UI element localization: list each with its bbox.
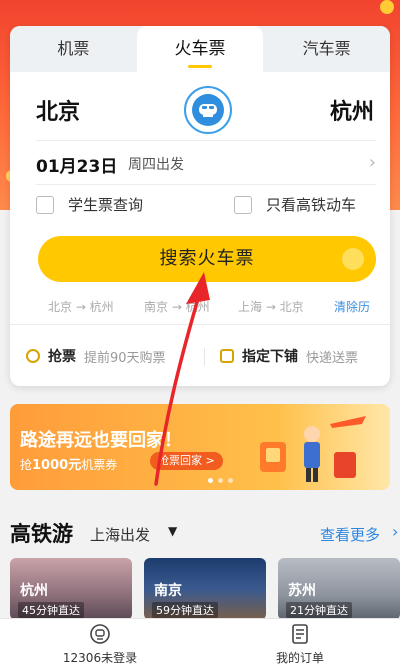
departure-weekday: 周四出发 <box>128 157 184 173</box>
promo-amount: 1000元 <box>32 458 82 473</box>
carousel-dot <box>218 478 223 483</box>
carousel-dots <box>208 478 233 483</box>
nav-orders[interactable]: 我的订单 <box>200 623 400 666</box>
carousel-dot <box>228 478 233 483</box>
order-list-icon <box>292 624 308 644</box>
destination-card-nanjing[interactable]: 南京 59分钟直达 <box>144 558 266 620</box>
arrival-city[interactable]: 杭州 <box>330 94 374 126</box>
tab-label: 机票 <box>57 39 90 58</box>
divider <box>36 140 376 141</box>
search-button-label: 搜索火车票 <box>159 248 255 269</box>
active-tab-indicator <box>188 65 212 68</box>
destination-name: 杭州 <box>20 583 48 599</box>
promo-banner[interactable]: 路途再远也要回家！ 抢1000元机票券 抢票回家 > <box>10 404 390 490</box>
lantern-decoration <box>380 0 394 14</box>
caret-down-icon[interactable]: ▼ <box>168 524 177 538</box>
travel-illustration <box>260 416 366 482</box>
departure-city-selector[interactable]: 上海出发 <box>90 524 150 545</box>
berth-icon <box>220 349 234 363</box>
destination-cards: 杭州 45分钟直达 南京 59分钟直达 苏州 21分钟直达 <box>10 558 400 620</box>
tab-label: 汽车票 <box>302 39 351 58</box>
feature-title: 指定下铺 <box>242 349 298 365</box>
destination-name: 南京 <box>154 583 182 599</box>
checkbox-icon <box>234 195 252 214</box>
feature-desc: 快递送票 <box>306 350 359 366</box>
checkbox-label: 只看高铁动车 <box>266 196 357 214</box>
promo-title: 路途再远也要回家！ <box>20 430 182 451</box>
travel-time: 21分钟直达 <box>286 602 352 618</box>
chevron-right-icon: › <box>368 152 376 173</box>
travel-time: 59分钟直达 <box>152 602 218 618</box>
tab-flight[interactable]: 机票 <box>10 26 137 72</box>
travel-time: 45分钟直达 <box>18 602 84 618</box>
tab-bus[interactable]: 汽车票 <box>263 26 390 72</box>
destination-card-hangzhou[interactable]: 杭州 45分钟直达 <box>10 558 132 620</box>
bottom-nav: 12306未登录 我的订单 <box>0 618 400 670</box>
ticket-type-tabs: 机票 火车票 汽车票 <box>10 26 390 72</box>
student-ticket-checkbox[interactable]: 学生票查询 <box>36 194 143 215</box>
feature-title: 抢票 <box>48 349 76 365</box>
search-history: 北京 → 杭州 南京 → 杭州 上海 → 北京 清除历 <box>10 294 390 318</box>
nav-label: 我的订单 <box>275 651 324 665</box>
grab-ticket-link[interactable]: 抢票 提前90天购票 <box>26 346 166 366</box>
route-selector: 北京 杭州 <box>10 86 390 136</box>
swap-cities-button[interactable] <box>184 86 232 134</box>
clear-history-link[interactable]: 清除历 <box>334 298 370 315</box>
divider <box>204 348 205 366</box>
ticket-search-card: 机票 火车票 汽车票 北京 杭州 01月23日 周四出发 › 学生票查询 只看高… <box>10 26 390 386</box>
checkbox-icon <box>36 195 54 214</box>
nav-label: 12306未登录 <box>62 651 138 665</box>
chevron-right-icon[interactable]: › <box>392 522 398 541</box>
departure-date-row[interactable]: 01月23日 周四出发 › <box>36 144 376 182</box>
divider <box>36 184 376 185</box>
promo-sub-suffix: 机票券 <box>81 458 118 472</box>
destination-card-suzhou[interactable]: 苏州 21分钟直达 <box>278 558 400 620</box>
feature-links: 抢票 提前90天购票 指定下铺 快递送票 <box>10 340 390 374</box>
hsr-travel-header: 高铁游 上海出发 ▼ 查看更多 › <box>10 518 400 548</box>
destination-name: 苏州 <box>288 583 316 599</box>
departure-date: 01月23日 <box>36 157 118 177</box>
train-station-icon <box>90 624 110 644</box>
view-more-link[interactable]: 查看更多 <box>320 524 380 545</box>
train-swap-icon <box>192 94 224 126</box>
history-item[interactable]: 南京 → 杭州 <box>144 298 210 315</box>
history-item[interactable]: 北京 → 杭州 <box>48 298 114 315</box>
history-item[interactable]: 上海 → 北京 <box>238 298 304 315</box>
departure-city[interactable]: 北京 <box>36 94 80 126</box>
search-options: 学生票查询 只看高铁动车 <box>36 190 390 224</box>
lower-berth-link[interactable]: 指定下铺 快递送票 <box>220 346 358 366</box>
tab-label: 火车票 <box>174 39 226 59</box>
nav-account[interactable]: 12306未登录 <box>0 623 200 666</box>
section-title: 高铁游 <box>10 522 73 546</box>
tab-train[interactable]: 火车票 <box>136 26 264 72</box>
carousel-dot <box>208 478 213 483</box>
alarm-clock-icon <box>26 349 40 363</box>
divider <box>10 324 390 325</box>
promo-subtitle: 抢1000元机票券 <box>20 454 117 473</box>
promo-button[interactable]: 抢票回家 > <box>150 452 223 470</box>
feature-desc: 提前90天购票 <box>84 350 166 366</box>
promo-sub-prefix: 抢 <box>20 458 33 472</box>
checkbox-label: 学生票查询 <box>68 196 144 214</box>
high-speed-only-checkbox[interactable]: 只看高铁动车 <box>234 194 356 215</box>
search-train-button[interactable]: 搜索火车票 <box>38 236 376 282</box>
button-decoration <box>342 248 364 270</box>
